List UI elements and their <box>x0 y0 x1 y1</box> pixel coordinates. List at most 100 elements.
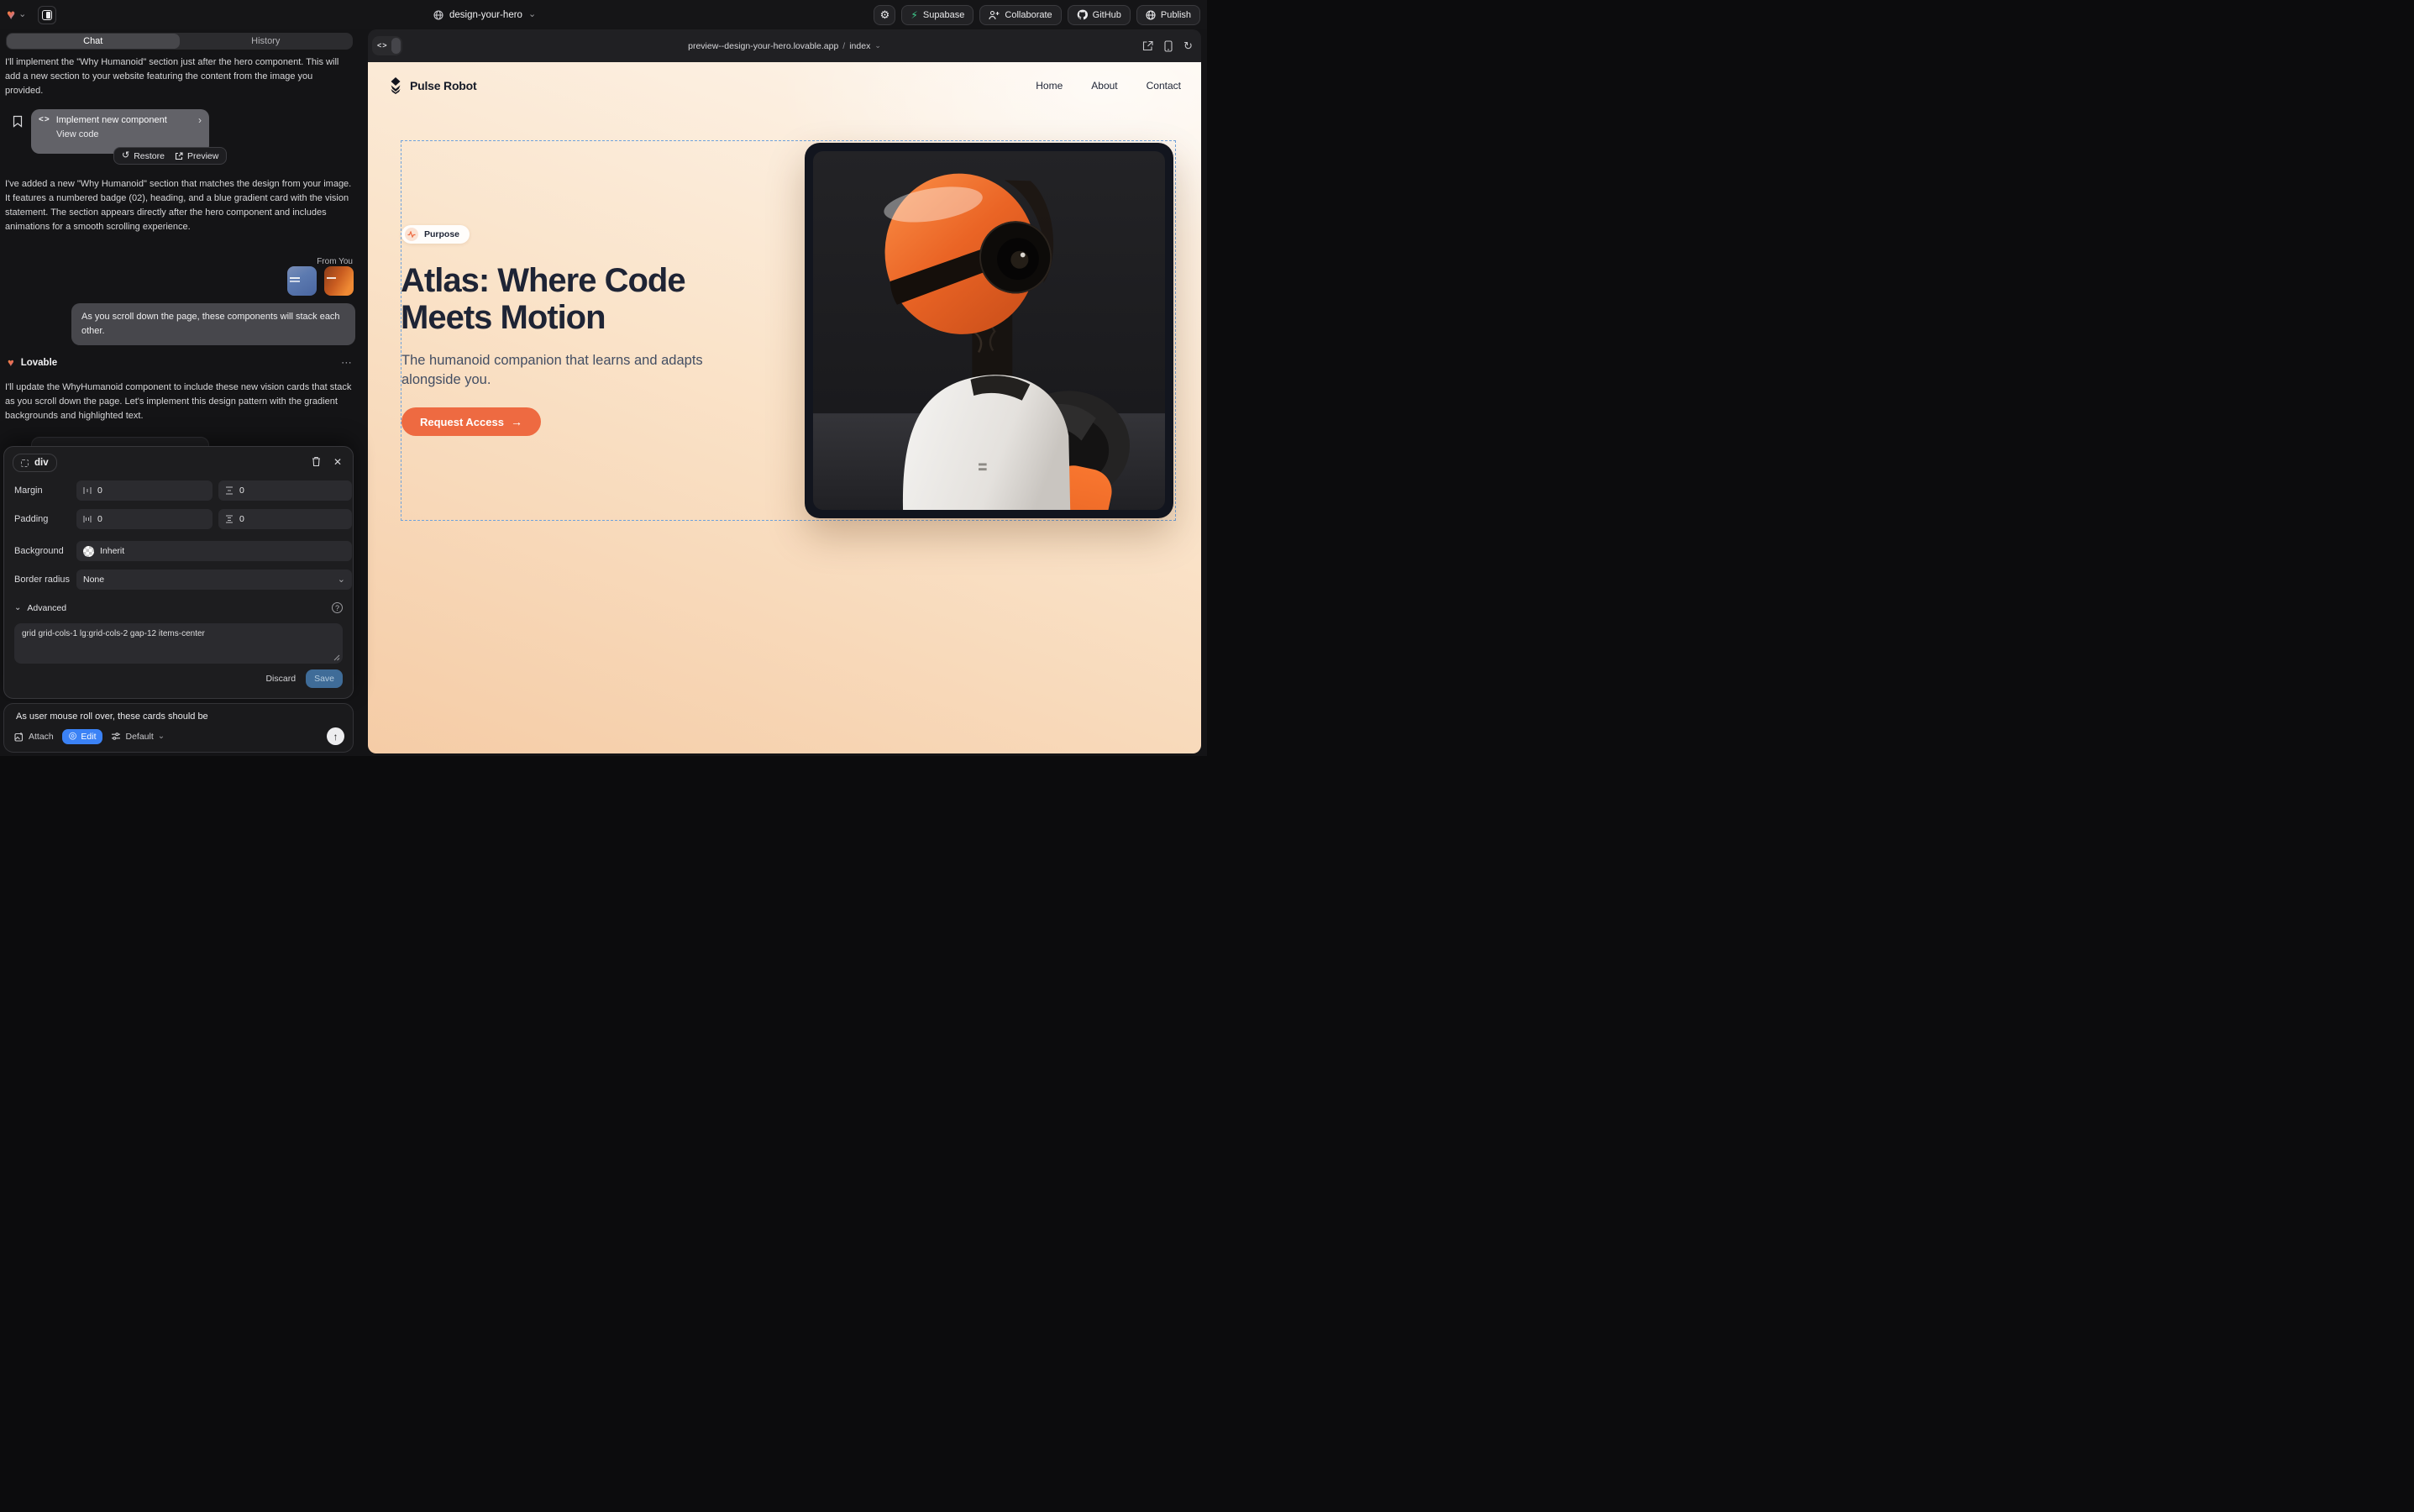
site-canvas: Pulse Robot Home About Contact Purpose <box>368 62 1201 753</box>
element-tag-chip: div <box>13 454 57 472</box>
save-button[interactable]: Save <box>306 669 343 688</box>
discard-button[interactable]: Discard <box>265 674 296 684</box>
settings-button[interactable]: ⚙ <box>874 5 895 25</box>
logo-chevron-down-icon[interactable]: ⌄ <box>18 10 26 19</box>
padding-y-input[interactable] <box>239 514 345 524</box>
hero-subheading: The humanoid companion that learns and a… <box>401 351 704 390</box>
nav-link-about[interactable]: About <box>1091 80 1117 92</box>
purpose-label: Purpose <box>424 229 459 239</box>
element-inspector-panel: div ✕ Margin <box>3 446 354 699</box>
sidebar-toggle-button[interactable] <box>38 6 56 24</box>
publish-button[interactable]: Publish <box>1136 5 1200 25</box>
composer-input[interactable]: As user mouse roll over, these cards sho… <box>16 711 341 722</box>
lovable-logo-heart-icon[interactable]: ♥ <box>7 8 15 22</box>
padding-y-icon <box>225 515 234 523</box>
nav-link-contact[interactable]: Contact <box>1147 80 1181 92</box>
assistant-name: Lovable <box>21 358 57 368</box>
robot-hero-card <box>805 143 1173 518</box>
code-toggle-icon: <> <box>374 42 391 50</box>
edit-mode-button[interactable]: ◎ Edit <box>62 729 103 744</box>
border-radius-select[interactable]: None ⌄ <box>76 570 352 590</box>
lovable-heart-icon: ♥ <box>8 357 14 368</box>
restore-button[interactable]: ↺ Restore <box>122 151 165 161</box>
tab-history[interactable]: History <box>180 34 353 49</box>
arrow-right-icon: → <box>511 416 522 428</box>
open-in-new-tab-button[interactable] <box>1142 40 1153 51</box>
attachment-thumbnail-blue[interactable] <box>287 266 317 296</box>
globe-icon <box>433 10 443 20</box>
margin-x-icon <box>83 486 92 495</box>
preview-url-breadcrumb[interactable]: preview--design-your-hero.lovable.app / … <box>688 41 881 51</box>
margin-y-input[interactable] <box>239 486 345 496</box>
background-field[interactable]: Inherit <box>76 541 352 561</box>
attachment-thumbnail-orange[interactable] <box>324 266 354 296</box>
url-separator: / <box>842 41 845 51</box>
margin-x-field[interactable] <box>76 480 213 501</box>
from-you-label: From You <box>317 257 353 266</box>
attach-button[interactable]: Attach <box>14 732 54 742</box>
delete-element-button[interactable] <box>312 456 321 467</box>
github-button[interactable]: GitHub <box>1068 5 1131 25</box>
nav-link-home[interactable]: Home <box>1036 80 1063 92</box>
supabase-bolt-icon: ⚡ <box>910 10 917 20</box>
collaborate-label: Collaborate <box>1005 10 1052 20</box>
hero-heading-line1: Atlas: Where Code <box>401 262 685 299</box>
code-icon: <> <box>39 116 50 124</box>
view-code-link[interactable]: View code <box>56 129 202 139</box>
advanced-label: Advanced <box>27 603 66 613</box>
padding-x-input[interactable] <box>97 514 206 524</box>
component-card-title: Implement new component <box>56 115 192 125</box>
preview-toggle-segment <box>391 38 401 54</box>
collaborate-button[interactable]: Collaborate <box>979 5 1061 25</box>
classes-textarea[interactable]: grid grid-cols-1 lg:grid-cols-2 gap-12 i… <box>14 623 343 664</box>
mode-label: Default <box>125 732 153 742</box>
transparency-swatch-icon <box>83 546 94 557</box>
padding-x-field[interactable] <box>76 509 213 529</box>
padding-x-icon <box>83 515 92 523</box>
code-view-toggle[interactable]: <> <box>372 36 402 55</box>
chevron-right-icon: › <box>198 115 202 125</box>
preview-page: index <box>849 41 870 51</box>
robot-hero-image <box>813 151 1165 510</box>
close-inspector-button[interactable]: ✕ <box>333 457 342 467</box>
sidebar-tabbar: Chat History <box>6 33 353 50</box>
tab-chat[interactable]: Chat <box>7 34 180 49</box>
site-navbar: Pulse Robot Home About Contact <box>388 74 1181 97</box>
chat-composer: As user mouse roll over, these cards sho… <box>3 703 354 753</box>
composer-toolbar: Attach ◎ Edit Default ⌄ ↑ <box>14 727 344 745</box>
supabase-button[interactable]: ⚡ Supabase <box>901 5 973 25</box>
background-label: Background <box>14 546 64 556</box>
message-options-button[interactable]: ⋯ <box>341 357 353 368</box>
supabase-label: Supabase <box>923 10 965 20</box>
margin-x-input[interactable] <box>97 486 206 496</box>
element-tag: div <box>34 458 49 468</box>
project-switcher[interactable]: design-your-hero ⌄ <box>433 0 536 29</box>
padding-label: Padding <box>14 514 48 524</box>
external-link-icon <box>175 152 183 160</box>
mode-selector[interactable]: Default ⌄ <box>111 732 165 742</box>
site-brand[interactable]: Pulse Robot <box>388 77 476 94</box>
assistant-header: ♥ Lovable ⋯ <box>8 357 353 368</box>
cta-label: Request Access <box>420 416 504 428</box>
send-button[interactable]: ↑ <box>327 727 344 745</box>
target-icon: ◎ <box>69 732 77 741</box>
request-access-button[interactable]: Request Access → <box>401 407 541 436</box>
border-radius-value: None <box>83 575 332 585</box>
bookmark-icon[interactable] <box>13 115 23 128</box>
mobile-preview-button[interactable] <box>1164 40 1173 52</box>
help-icon[interactable]: ? <box>332 602 343 613</box>
assistant-message-1: I'll implement the "Why Humanoid" sectio… <box>5 55 353 98</box>
collaborate-users-icon <box>989 10 1000 20</box>
site-nav-links: Home About Contact <box>1036 80 1181 92</box>
padding-y-field[interactable] <box>218 509 352 529</box>
margin-y-field[interactable] <box>218 480 352 501</box>
refresh-button[interactable]: ↻ <box>1183 40 1193 51</box>
preview-version-button[interactable]: Preview <box>175 151 218 161</box>
chat-sidebar: Chat History I'll implement the "Why Hum… <box>0 29 361 756</box>
preview-actions: ↻ <box>1142 29 1193 62</box>
preview-url: preview--design-your-hero.lovable.app <box>688 41 838 51</box>
purpose-badge: Purpose <box>401 225 470 244</box>
attach-label: Attach <box>29 732 54 742</box>
advanced-toggle[interactable]: ⌄ Advanced ? <box>14 602 343 613</box>
edit-label: Edit <box>81 732 96 742</box>
